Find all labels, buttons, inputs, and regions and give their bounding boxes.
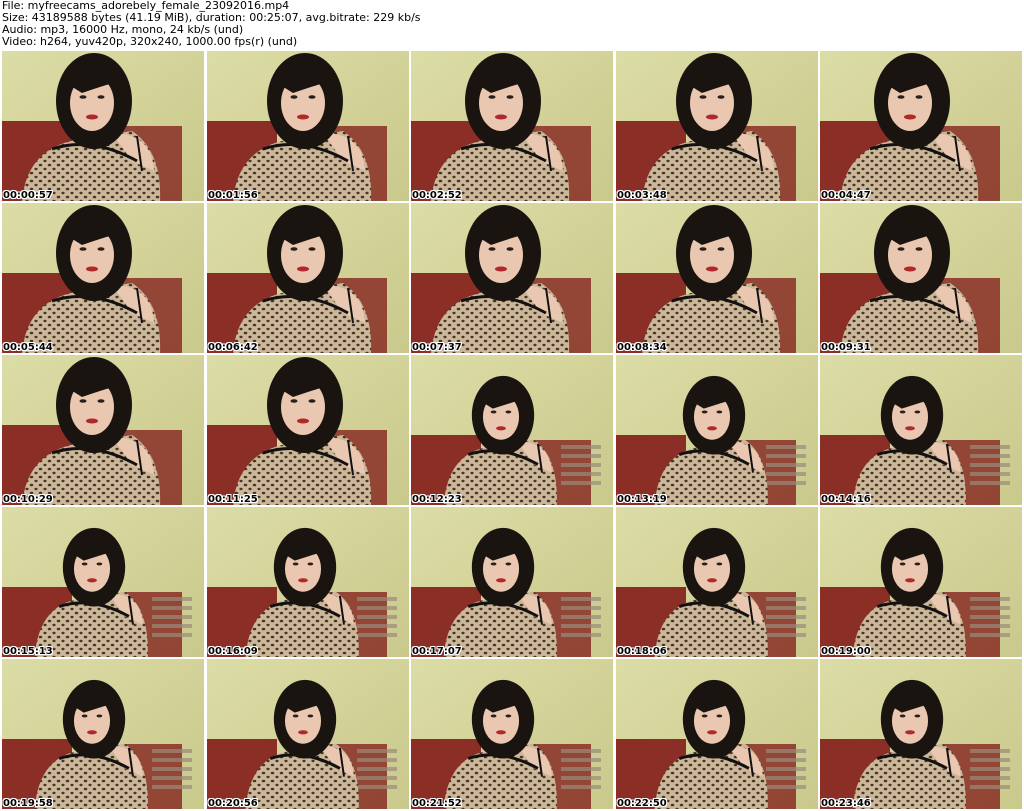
- thumbnail-image: [2, 507, 204, 657]
- timestamp-label: 00:07:37: [412, 342, 462, 353]
- timestamp-label: 00:16:09: [208, 646, 258, 657]
- timestamp-label: 00:22:50: [617, 798, 667, 809]
- thumbnail-image: [820, 203, 1022, 353]
- thumbnail-image: [411, 51, 613, 201]
- video-thumbnail: 00:02:52: [411, 51, 613, 201]
- video-thumbnail: 00:13:19: [616, 355, 818, 505]
- thumbnail-image: [411, 355, 613, 505]
- video-thumbnail: 00:00:57: [2, 51, 204, 201]
- video-thumbnail: 00:16:09: [207, 507, 409, 657]
- video-thumbnail: 00:19:00: [820, 507, 1022, 657]
- thumbnail-image: [207, 203, 409, 353]
- thumbnail-image: [207, 51, 409, 201]
- timestamp-label: 00:05:44: [3, 342, 53, 353]
- thumbnail-image: [207, 355, 409, 505]
- thumbnail-grid: 00:00:57 00:01:56 00:02:52 00:03:48 00:04:47…: [2, 51, 1022, 811]
- video-thumbnail: 00:14:16: [820, 355, 1022, 505]
- video-thumbnail: 00:09:31: [820, 203, 1022, 353]
- timestamp-label: 00:14:16: [821, 494, 871, 505]
- thumbnail-image: [411, 507, 613, 657]
- video-thumbnail: 00:06:42: [207, 203, 409, 353]
- video-thumbnail: 00:17:07: [411, 507, 613, 657]
- timestamp-label: 00:21:52: [412, 798, 462, 809]
- thumbnail-image: [820, 507, 1022, 657]
- thumbnail-image: [820, 51, 1022, 201]
- timestamp-label: 00:04:47: [821, 190, 871, 201]
- video-thumbnail: 00:23:46: [820, 659, 1022, 809]
- thumbnail-image: [616, 51, 818, 201]
- timestamp-label: 00:12:23: [412, 494, 462, 505]
- file-info-header: File: myfreecams_adorebely_female_230920…: [2, 0, 1022, 48]
- thumbnail-image: [207, 507, 409, 657]
- thumbnail-image: [2, 659, 204, 809]
- thumbnail-image: [616, 355, 818, 505]
- video-thumbnail: 00:10:29: [2, 355, 204, 505]
- timestamp-label: 00:20:56: [208, 798, 258, 809]
- timestamp-label: 00:08:34: [617, 342, 667, 353]
- thumbnail-image: [411, 659, 613, 809]
- video-thumbnail: 00:07:37: [411, 203, 613, 353]
- thumbnail-image: [616, 203, 818, 353]
- timestamp-label: 00:10:29: [3, 494, 53, 505]
- video-thumbnail: 00:20:56: [207, 659, 409, 809]
- video-thumbnail: 00:08:34: [616, 203, 818, 353]
- thumbnail-image: [616, 659, 818, 809]
- thumbnail-image: [207, 659, 409, 809]
- timestamp-label: 00:00:57: [3, 190, 53, 201]
- video-thumbnail: 00:19:58: [2, 659, 204, 809]
- thumbnail-image: [2, 355, 204, 505]
- timestamp-label: 00:06:42: [208, 342, 258, 353]
- timestamp-label: 00:11:25: [208, 494, 258, 505]
- video-thumbnail: 00:18:06: [616, 507, 818, 657]
- video-info-line: Video: h264, yuv420p, 320x240, 1000.00 f…: [2, 35, 298, 48]
- video-thumbnail: 00:22:50: [616, 659, 818, 809]
- thumbnail-image: [411, 203, 613, 353]
- timestamp-label: 00:17:07: [412, 646, 462, 657]
- timestamp-label: 00:19:58: [3, 798, 53, 809]
- timestamp-label: 00:01:56: [208, 190, 258, 201]
- timestamp-label: 00:09:31: [821, 342, 871, 353]
- video-thumbnail: 00:03:48: [616, 51, 818, 201]
- video-thumbnail: 00:04:47: [820, 51, 1022, 201]
- thumbnail-image: [820, 355, 1022, 505]
- thumbnail-image: [616, 507, 818, 657]
- timestamp-label: 00:15:13: [3, 646, 53, 657]
- thumbnail-image: [820, 659, 1022, 809]
- timestamp-label: 00:18:06: [617, 646, 667, 657]
- video-thumbnail: 00:12:23: [411, 355, 613, 505]
- thumbnail-image: [2, 51, 204, 201]
- timestamp-label: 00:03:48: [617, 190, 667, 201]
- video-thumbnail: 00:21:52: [411, 659, 613, 809]
- video-thumbnail: 00:01:56: [207, 51, 409, 201]
- video-thumbnail: 00:05:44: [2, 203, 204, 353]
- video-thumbnail: 00:15:13: [2, 507, 204, 657]
- timestamp-label: 00:19:00: [821, 646, 871, 657]
- thumbnail-image: [2, 203, 204, 353]
- timestamp-label: 00:23:46: [821, 798, 871, 809]
- timestamp-label: 00:13:19: [617, 494, 667, 505]
- timestamp-label: 00:02:52: [412, 190, 462, 201]
- video-thumbnail: 00:11:25: [207, 355, 409, 505]
